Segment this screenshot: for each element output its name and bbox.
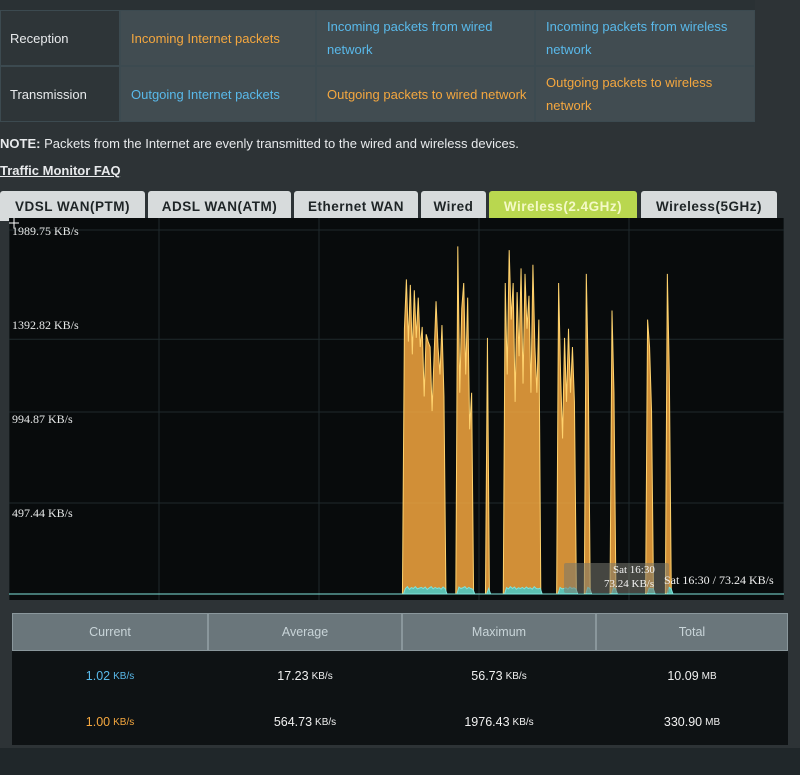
stats-maximum: 1976.43 KB/s [464, 715, 534, 729]
stats-maximum: 56.73 KB/s [471, 669, 527, 683]
stats-average: 564.73 KB/s [273, 715, 337, 729]
stats-average: 17.23 KB/s [277, 669, 333, 683]
tab-ethernet-wan[interactable]: Ethernet WAN [294, 191, 418, 221]
note-body: Packets from the Internet are evenly tra… [44, 136, 519, 151]
chart-readout: Sat 16:30 / 73.24 KB/s [664, 573, 774, 587]
series-area-orange [9, 246, 784, 595]
legend-cell: Outgoing Internet packets [120, 66, 316, 122]
traffic-chart-svg [9, 218, 784, 600]
tab-vdsl-wan[interactable]: VDSL WAN(PTM) [0, 191, 145, 221]
tab-adsl-wan[interactable]: ADSL WAN(ATM) [148, 191, 291, 221]
stats-table: Current Average Maximum Total 1.02 KB/s 1… [12, 613, 788, 745]
stats-header-maximum: Maximum [402, 613, 596, 651]
bottom-bar [0, 748, 800, 775]
legend-row-label: Reception [0, 10, 120, 66]
tab-wired[interactable]: Wired [421, 191, 486, 221]
crosshair-icon [9, 218, 19, 228]
stats-row-reception: 1.02 KB/s 17.23 KB/s 56.73 KB/s 10.09 MB [12, 653, 788, 699]
top-strip [0, 0, 755, 10]
legend-row-label: Transmission [0, 66, 120, 122]
tab-wireless-2-4ghz[interactable]: Wireless(2.4GHz) [489, 191, 637, 221]
tooltip-time: Sat 16:30 [613, 564, 655, 576]
stats-current: 1.00 KB/s [85, 715, 135, 729]
note-label: NOTE: [0, 136, 41, 151]
chart-tooltip: Sat 16:30 73.24 KB/s [564, 563, 669, 593]
note-text: NOTE: Packets from the Internet are even… [0, 136, 519, 151]
y-axis-label: 994.87 KB/s [12, 412, 73, 426]
legend-cell: Outgoing packets to wired network [316, 66, 535, 122]
y-axis-label: 497.44 KB/s [12, 506, 73, 520]
stats-header-average: Average [208, 613, 402, 651]
legend-row-transmission: Transmission Outgoing Internet packets O… [0, 66, 755, 122]
traffic-monitor-faq-link[interactable]: Traffic Monitor FAQ [0, 163, 121, 178]
stats-header-current: Current [12, 613, 208, 651]
legend-row-reception: Reception Incoming Internet packets Inco… [0, 10, 755, 66]
tab-wireless-5ghz[interactable]: Wireless(5GHz) [641, 191, 777, 221]
traffic-chart[interactable]: 1989.75 KB/s 1392.82 KB/s 994.87 KB/s 49… [9, 218, 784, 600]
legend-cell: Incoming Internet packets [120, 10, 316, 66]
stats-header-total: Total [596, 613, 788, 651]
legend-cell: Incoming packets from wired network [316, 10, 535, 66]
y-axis-label: 1989.75 KB/s [12, 224, 79, 238]
tooltip-value: 73.24 KB/s [604, 578, 655, 590]
legend-cell: Incoming packets from wireless network [535, 10, 755, 66]
legend-cell: Outgoing packets to wireless network [535, 66, 755, 122]
stats-current: 1.02 KB/s [85, 669, 135, 683]
stats-total: 10.09 MB [667, 669, 717, 683]
y-axis-label: 1392.82 KB/s [12, 318, 79, 332]
stats-total: 330.90 MB [663, 715, 721, 729]
stats-row-transmission: 1.00 KB/s 564.73 KB/s 1976.43 KB/s 330.90 MB [12, 699, 788, 745]
